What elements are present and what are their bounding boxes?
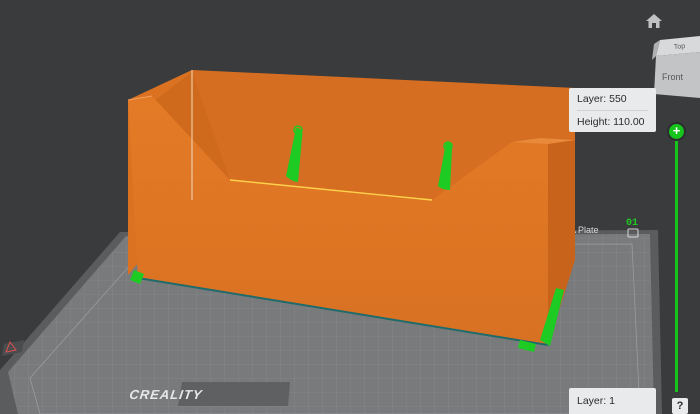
layer-slider-handle[interactable]: + — [669, 124, 684, 139]
view-cube-top-label[interactable]: Top — [674, 43, 686, 51]
3d-viewport[interactable]: CREALITY 01 A Plate — [0, 0, 700, 414]
top-height-label: Height: 110.00 — [577, 110, 648, 133]
bottom-layer-label: Layer: 1 — [569, 388, 656, 414]
layer-info-top: Layer: 550 Height: 110.00 — [569, 88, 656, 132]
help-button[interactable]: ? — [672, 398, 688, 414]
layer-slider-track[interactable] — [675, 130, 678, 392]
creality-logo-text: CREALITY — [129, 387, 204, 402]
top-layer-label: Layer: 550 — [577, 93, 627, 105]
view-cube[interactable]: Top Front — [650, 36, 700, 102]
view-cube-front-label[interactable]: Front — [662, 72, 684, 82]
home-icon[interactable] — [645, 12, 663, 30]
plate-number: 01 — [626, 218, 638, 229]
